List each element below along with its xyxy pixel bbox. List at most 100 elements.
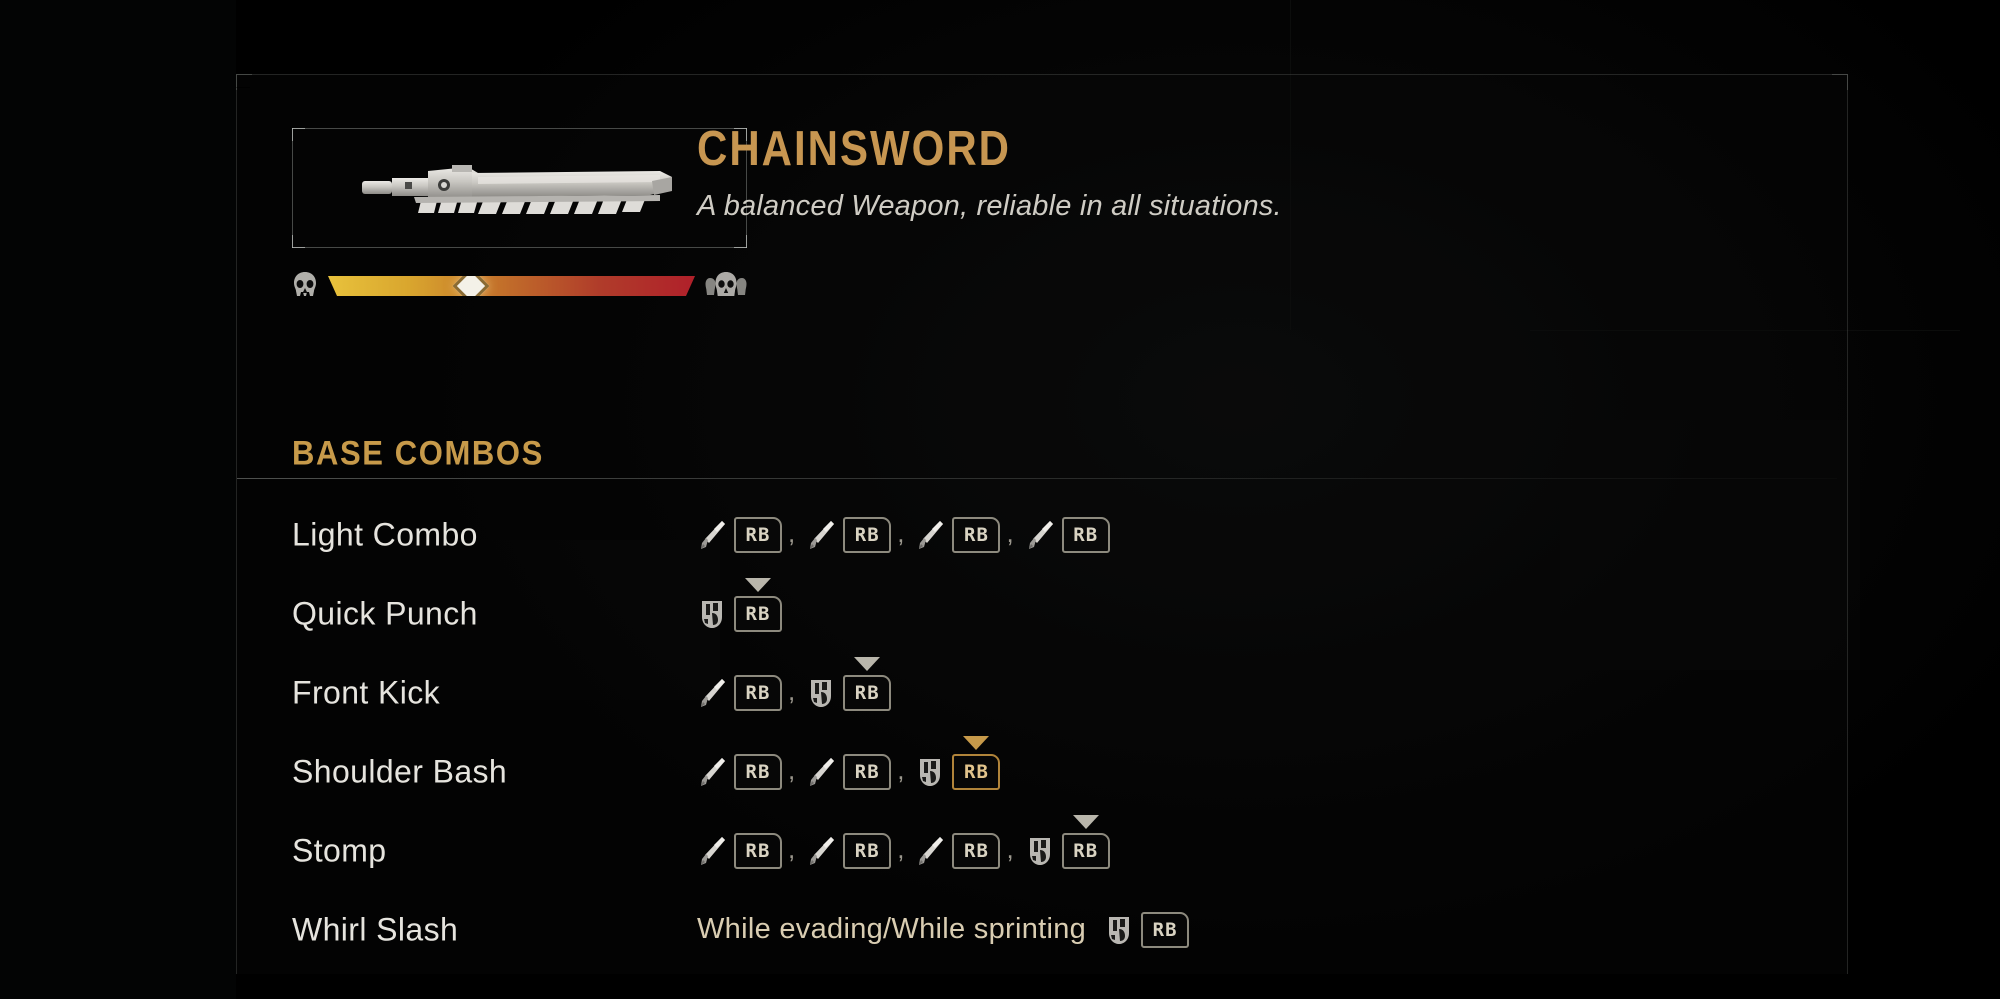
combo-step: RB xyxy=(806,516,892,553)
panel-corner-top-left xyxy=(236,74,252,90)
combo-sequence: RB, RB, RB, RB xyxy=(697,814,1110,869)
combo-name: Shoulder Bash xyxy=(292,753,508,789)
keycap-button[interactable]: RB xyxy=(1061,814,1110,869)
keycap-wrapper: RB xyxy=(1061,814,1110,869)
combo-row: Front Kick RB, RB xyxy=(237,653,1847,732)
combo-row: Whirl Slash While evading/While sprinting… xyxy=(237,890,1847,969)
sword-icon xyxy=(810,836,835,865)
combo-step: RB xyxy=(1025,814,1110,869)
combo-step: RB xyxy=(806,832,892,869)
keycap-wrapper: RB xyxy=(843,753,892,790)
weapon-header: CHAINSWORD A balanced Weapon, reliable in… xyxy=(697,121,1282,223)
weapon-stat-bar xyxy=(292,263,747,309)
weapon-detail-screen: BASE COMBOS Light Combo RB, RB, RB, RB Quick … xyxy=(0,0,2000,999)
combo-step: RB xyxy=(806,753,892,790)
skull-icon xyxy=(294,272,316,296)
combo-step: RB xyxy=(697,674,782,711)
weapon-panel: BASE COMBOS Light Combo RB, RB, RB, RB Quick … xyxy=(236,74,1848,974)
keycap-button[interactable]: RB xyxy=(952,735,1001,790)
combo-step: RB xyxy=(806,656,892,711)
combo-step: RB xyxy=(697,832,782,869)
combo-condition: While evading/While sprinting xyxy=(697,913,1087,945)
keycap-wrapper: RB xyxy=(734,674,782,711)
sequence-separator: , xyxy=(788,675,796,706)
sword-icon xyxy=(701,520,725,549)
keycap-button[interactable]: RB xyxy=(843,516,892,553)
sword-icon xyxy=(919,520,944,549)
keycap-wrapper: RB xyxy=(843,516,892,553)
keycap-button[interactable]: RB xyxy=(843,656,892,711)
background-block xyxy=(0,0,236,999)
keycap-wrapper: RB xyxy=(843,656,892,711)
section-title: BASE COMBOS xyxy=(292,433,544,473)
chainsword-icon xyxy=(361,165,672,214)
combo-list: Light Combo RB, RB, RB, RB Quick Punch RB Front… xyxy=(237,495,1847,969)
keycap-button[interactable]: RB xyxy=(1141,911,1190,948)
combo-step: RB xyxy=(915,516,1001,553)
sword-icon xyxy=(701,678,725,707)
sword-icon xyxy=(1028,520,1053,549)
sequence-separator: , xyxy=(1006,517,1014,548)
frame-corner-icon xyxy=(292,235,305,248)
combo-sequence: RB, RB, RB xyxy=(697,735,1001,790)
fist-icon xyxy=(811,679,832,707)
keycap-wrapper: RB xyxy=(734,577,782,632)
keycap-wrapper: RB xyxy=(1061,516,1110,553)
keycap-wrapper: RB xyxy=(1141,911,1190,948)
keycap-button[interactable]: RB xyxy=(843,753,892,790)
fist-icon xyxy=(702,600,722,628)
sequence-separator: , xyxy=(897,517,905,548)
sword-icon xyxy=(701,836,725,865)
keycap-button[interactable]: RB xyxy=(1061,516,1110,553)
combo-name: Light Combo xyxy=(292,516,478,552)
keycap-button[interactable]: RB xyxy=(952,832,1001,869)
combo-name: Whirl Slash xyxy=(292,911,459,947)
keycap-button[interactable]: RB xyxy=(734,832,782,869)
sword-icon xyxy=(810,520,835,549)
combo-name: Front Kick xyxy=(292,674,441,710)
weapon-title: CHAINSWORD xyxy=(697,121,1011,176)
keycap-wrapper: RB xyxy=(952,735,1001,790)
combo-sequence: While evading/While sprinting RB xyxy=(697,911,1190,948)
fist-icon xyxy=(920,758,941,786)
combo-step: RB xyxy=(915,832,1001,869)
keycap-wrapper: RB xyxy=(952,832,1001,869)
weapon-stat-track xyxy=(328,276,695,296)
section-divider xyxy=(237,478,1837,479)
keycap-wrapper: RB xyxy=(734,832,782,869)
hold-indicator-icon xyxy=(745,577,771,592)
keycap-button[interactable]: RB xyxy=(734,753,782,790)
combo-name: Stomp xyxy=(292,832,387,868)
combo-name: Quick Punch xyxy=(292,595,478,631)
combo-sequence: RB xyxy=(697,577,782,632)
fist-icon xyxy=(1109,916,1130,944)
keycap-button[interactable]: RB xyxy=(734,674,782,711)
sequence-separator: , xyxy=(788,754,796,785)
combo-sequence: RB, RB, RB, RB xyxy=(697,516,1110,553)
sequence-separator: , xyxy=(788,833,796,864)
hold-indicator-icon xyxy=(1072,814,1099,829)
combo-row: Light Combo RB, RB, RB, RB xyxy=(237,495,1847,574)
combo-row: Stomp RB, RB, RB, RB xyxy=(237,811,1847,890)
combo-step: RB xyxy=(697,753,782,790)
hold-indicator-icon xyxy=(854,656,881,671)
combo-step: RB xyxy=(697,577,782,632)
sequence-separator: , xyxy=(897,833,905,864)
keycap-wrapper: RB xyxy=(734,516,782,553)
sword-icon xyxy=(701,757,725,786)
keycap-button[interactable]: RB xyxy=(952,516,1001,553)
combo-step: RB xyxy=(697,516,782,553)
sequence-separator: , xyxy=(1006,833,1014,864)
sequence-separator: , xyxy=(788,517,796,548)
keycap-wrapper: RB xyxy=(952,516,1001,553)
combo-sequence: RB, RB xyxy=(697,656,892,711)
keycap-button[interactable]: RB xyxy=(843,832,892,869)
weapon-preview-frame xyxy=(292,128,747,248)
combo-row: Quick Punch RB xyxy=(237,574,1847,653)
combo-step: RB xyxy=(915,735,1001,790)
keycap-button[interactable]: RB xyxy=(734,516,782,553)
sequence-separator: , xyxy=(897,754,905,785)
keycap-wrapper: RB xyxy=(843,832,892,869)
sword-icon xyxy=(919,836,944,865)
keycap-button[interactable]: RB xyxy=(734,577,782,632)
